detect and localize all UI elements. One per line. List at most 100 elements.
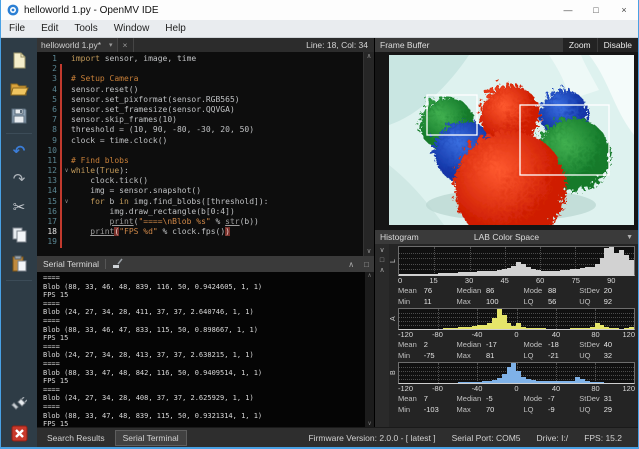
code-text: img = sensor.snapshot() (71, 186, 201, 196)
clear-terminal-icon[interactable] (112, 258, 123, 271)
terminal-line: ==== (43, 343, 374, 352)
code-line[interactable]: 18 print("FPS %d" % clock.fps()) (37, 227, 374, 237)
serial-terminal[interactable]: ====Blob (88, 33, 46, 48, 839, 116, 50, … (37, 272, 374, 427)
cut-icon[interactable]: ✂ (8, 196, 30, 218)
toolbar-separator (6, 133, 32, 134)
code-text: sensor.set_framesize(sensor.QQVGA) (71, 105, 235, 115)
stat-label: LQ (523, 405, 548, 414)
stat-label: StDev (579, 340, 604, 349)
connect-icon[interactable] (8, 394, 30, 416)
code-line[interactable]: 12∨while(True): (37, 166, 374, 176)
stat-value: 86 (486, 286, 494, 295)
code-segment: img = sensor.snapshot() (71, 186, 201, 195)
stat-label: Min (398, 405, 424, 414)
code-segment: for (90, 197, 104, 206)
stat-value: 81 (486, 351, 494, 360)
terminal-line: ==== (43, 360, 374, 369)
terminal-scrollbar[interactable]: ∧ ∨ (365, 272, 374, 427)
code-line[interactable]: 4sensor.reset() (37, 85, 374, 95)
code-line[interactable]: 5sensor.set_pixformat(sensor.RGB565) (37, 95, 374, 105)
close-icon[interactable]: × (610, 0, 638, 20)
scroll-up-icon[interactable]: ∧ (367, 52, 371, 61)
histogram-channel-b: B-120-80-4004080120Mean7Median-5Mode-7St… (389, 362, 635, 415)
code-editor[interactable]: 1import sensor, image, time23# Setup Cam… (37, 52, 374, 256)
line-number: 3 (37, 74, 57, 84)
hist-bar (629, 327, 634, 329)
axis-tick: 0 (514, 384, 518, 393)
code-line[interactable]: 13 clock.tick() (37, 176, 374, 186)
minimize-icon[interactable]: — (554, 0, 582, 20)
code-line[interactable]: 14 img = sensor.snapshot() (37, 186, 374, 196)
terminal-line: Blob (24, 27, 34, 28, 413, 37, 37, 2.638… (43, 351, 374, 360)
axis-tick: 90 (607, 276, 615, 285)
fold-icon[interactable]: ∨ (62, 166, 71, 176)
chevron-down-icon[interactable]: ▾ (109, 41, 113, 49)
color-space-select[interactable]: LAB Color Space (474, 232, 539, 242)
code-line[interactable]: 7sensor.skip_frames(10) (37, 115, 374, 125)
scroll-down-icon[interactable]: ∨ (367, 247, 371, 256)
panel-splitter-controls: ∨ □ ∧ (375, 244, 389, 427)
axis-tick: 40 (552, 384, 560, 393)
scroll-down-icon[interactable]: ∨ (368, 420, 372, 427)
line-number: 6 (37, 105, 57, 115)
stat-label: Mean (398, 286, 424, 295)
splitter-up-icon[interactable]: ∧ (379, 266, 384, 276)
menu-file[interactable]: File (1, 21, 33, 36)
stat-label: UQ (579, 297, 604, 306)
code-line[interactable]: 8threshold = (10, 90, -80, -30, 20, 50) (37, 125, 374, 135)
menu-help[interactable]: Help (157, 21, 194, 36)
stat-value: 20 (604, 286, 612, 295)
disconnect-icon[interactable] (8, 422, 30, 444)
stat-label: Max (457, 297, 486, 306)
code-line[interactable]: 2 (37, 64, 374, 74)
copy-icon[interactable] (8, 224, 30, 246)
code-line[interactable]: 10 (37, 146, 374, 156)
code-segment (71, 227, 90, 236)
code-line[interactable]: 19 (37, 237, 374, 247)
code-line[interactable]: 1import sensor, image, time (37, 54, 374, 64)
open-file-icon[interactable] (8, 77, 30, 99)
save-file-icon[interactable] (8, 105, 30, 127)
splitter-float-icon[interactable]: □ (380, 256, 384, 266)
status-info: Firmware Version: 2.0.0 - [ latest ]Seri… (308, 433, 638, 443)
code-area: 1import sensor, image, time23# Setup Cam… (37, 54, 374, 248)
disable-button[interactable]: Disable (598, 38, 638, 52)
fold-icon[interactable]: ∨ (62, 197, 71, 207)
terminal-line: FPS 15 (43, 334, 374, 343)
tab-helloworld[interactable]: helloworld 1.py* ▾ (37, 38, 118, 52)
menu-edit[interactable]: Edit (33, 21, 66, 36)
new-file-icon[interactable] (8, 49, 30, 71)
redo-icon[interactable]: ↷ (8, 168, 30, 190)
code-text: threshold = (10, 90, -80, -30, 20, 50) (71, 125, 254, 135)
status-tab-search-results[interactable]: Search Results (39, 430, 113, 446)
splitter-down-icon[interactable]: ∨ (379, 246, 384, 256)
paste-icon[interactable] (8, 252, 30, 274)
stat-label: Mode (523, 394, 548, 403)
maximize-icon[interactable]: □ (582, 0, 610, 20)
zoom-button[interactable]: Zoom (563, 38, 597, 52)
undo-icon[interactable]: ↶ (8, 140, 30, 162)
scroll-up-icon[interactable]: ∧ (368, 272, 372, 279)
terminal-line: Blob (88, 33, 47, 48, 839, 115, 50, 0.93… (43, 412, 374, 421)
code-line[interactable]: 15∨ for b in img.find_blobs([threshold])… (37, 197, 374, 207)
code-line[interactable]: 3# Setup Camera (37, 74, 374, 84)
status-tab-serial-terminal[interactable]: Serial Terminal (115, 430, 187, 446)
menu-tools[interactable]: Tools (66, 21, 105, 36)
frame-buffer-pane: Frame Buffer Zoom Disable (375, 38, 638, 427)
code-line[interactable]: 6 sensor.set_framesize(sensor.QQVGA) (37, 105, 374, 115)
code-line[interactable]: 17 print("====\nBlob %s" % str(b)) (37, 217, 374, 227)
dropdown-icon[interactable]: ▼ (626, 234, 638, 241)
code-line[interactable]: 11# Find blobs (37, 156, 374, 166)
tab-title: helloworld 1.py* (41, 40, 101, 50)
menu-window[interactable]: Window (106, 21, 158, 36)
tab-close-icon[interactable]: × (118, 38, 134, 52)
editor-scrollbar[interactable]: ∧ ∨ (363, 52, 374, 256)
collapse-panel-icon[interactable]: ∧ (343, 260, 359, 269)
code-line[interactable]: 9clock = time.clock() (37, 136, 374, 146)
code-segment: clock.tick() (71, 176, 148, 185)
stat-label: Min (398, 351, 424, 360)
fold-icon (62, 237, 71, 247)
code-line[interactable]: 16 img.draw_rectangle(b[0:4]) (37, 207, 374, 217)
stat-value: 92 (604, 297, 612, 306)
float-panel-icon[interactable]: □ (359, 260, 374, 269)
